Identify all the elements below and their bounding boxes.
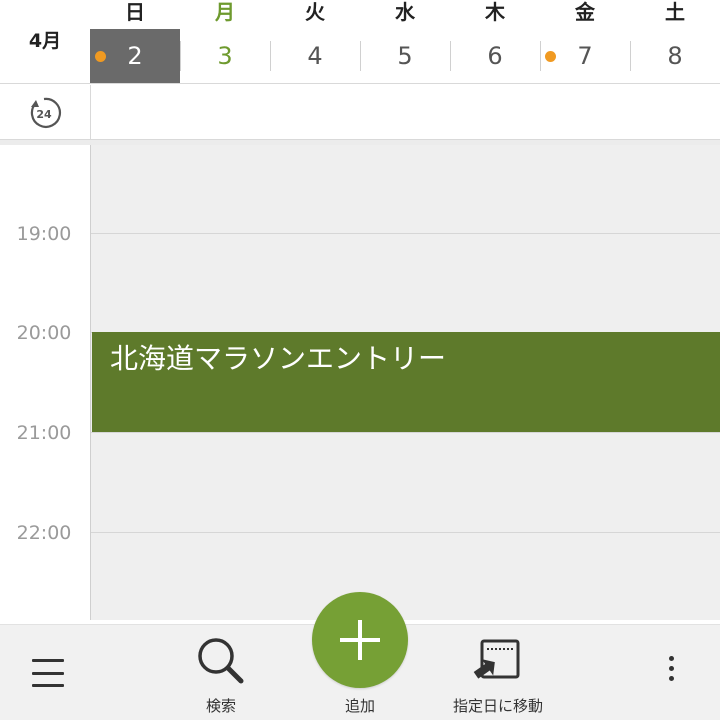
go-to-date-label: 指定日に移動 <box>452 697 543 715</box>
event-dot <box>545 51 556 62</box>
more-vertical-icon <box>668 676 674 681</box>
event-block[interactable]: 北海道マラソンエントリー <box>92 332 720 432</box>
date-number: 4 <box>307 42 323 70</box>
weekday-wed: 水 <box>395 0 415 24</box>
add-button[interactable] <box>312 592 408 688</box>
search-label: 検索 <box>205 697 236 715</box>
date-cell[interactable]: 4 <box>270 29 360 83</box>
date-cell[interactable]: 5 <box>360 29 450 83</box>
all-day-row: 24 <box>0 85 720 140</box>
24-hour-icon[interactable]: 24 <box>24 95 64 131</box>
hour-line <box>91 233 720 234</box>
weekday-sun: 日 <box>125 0 145 24</box>
all-day-divider <box>90 85 91 140</box>
date-cell[interactable]: 8 <box>630 29 720 83</box>
date-number: 3 <box>217 42 233 70</box>
search-button[interactable]: 検索 <box>186 633 256 720</box>
hour-line <box>91 432 720 433</box>
weekday-fri: 金 <box>575 0 595 24</box>
menu-icon <box>32 659 64 662</box>
more-button[interactable] <box>656 653 686 693</box>
date-number: 7 <box>577 42 593 70</box>
date-cell[interactable]: 6 <box>450 29 540 83</box>
date-cell-selected[interactable]: 2 <box>90 29 180 83</box>
time-label: 22:00 <box>16 522 72 544</box>
add-label: 追加 <box>344 697 375 715</box>
menu-icon <box>32 684 64 687</box>
search-icon <box>198 638 244 684</box>
time-label: 19:00 <box>16 223 72 245</box>
go-to-date-button[interactable]: 指定日に移動 <box>430 633 566 720</box>
event-title: 北海道マラソンエントリー <box>110 342 447 375</box>
weekday-row: 日 月 火 水 木 金 土 <box>90 0 720 26</box>
hour-line <box>91 532 720 533</box>
event-dot <box>95 51 106 62</box>
weekday-mon: 月 <box>215 0 235 24</box>
time-label: 21:00 <box>16 422 72 444</box>
date-number: 2 <box>127 42 143 70</box>
time-label: 20:00 <box>16 322 72 344</box>
date-number: 8 <box>667 42 683 70</box>
month-label: 4月 <box>28 30 62 52</box>
date-number: 5 <box>397 42 413 70</box>
weekday-thu: 木 <box>485 0 505 24</box>
date-row: 2 3 4 5 6 7 8 <box>90 29 720 83</box>
weekday-sat: 土 <box>665 0 685 24</box>
time-grid: 19:00 20:00 21:00 22:00 北海道マラソンエントリー <box>0 145 720 620</box>
more-vertical-icon <box>668 666 674 671</box>
menu-icon <box>32 671 64 675</box>
go-to-date-icon <box>473 639 520 679</box>
plus-icon <box>340 620 380 660</box>
date-number: 6 <box>487 42 503 70</box>
weekday-tue: 火 <box>305 0 325 24</box>
week-header: 4月 日 月 火 水 木 金 土 2 3 4 5 6 7 8 <box>0 0 720 84</box>
date-cell[interactable]: 7 <box>540 29 630 83</box>
more-vertical-icon <box>668 656 674 661</box>
date-cell-today[interactable]: 3 <box>180 29 270 83</box>
menu-button[interactable] <box>22 653 74 693</box>
time-column-divider <box>90 145 91 620</box>
svg-text:24: 24 <box>36 108 52 121</box>
